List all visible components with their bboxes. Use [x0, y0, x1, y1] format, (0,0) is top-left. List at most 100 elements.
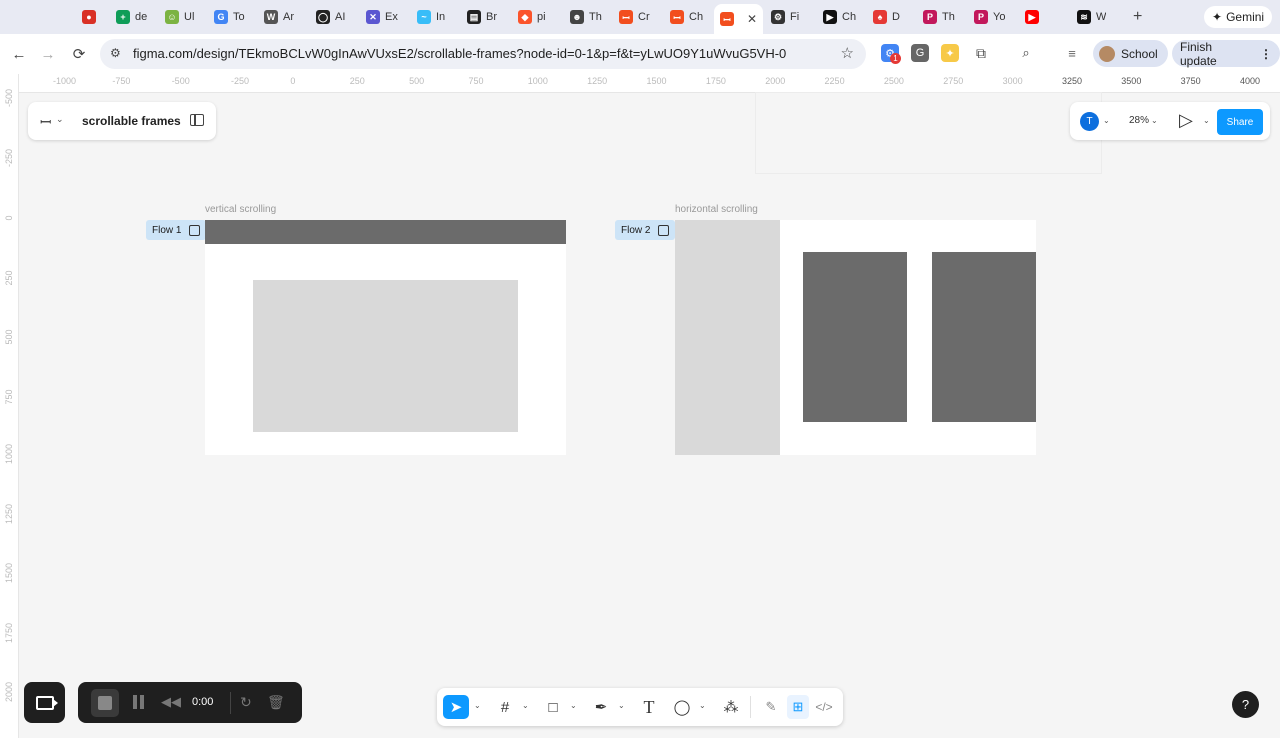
frame-label-vertical[interactable]: vertical scrolling — [205, 204, 276, 215]
browser-tab[interactable]: P Th — [923, 5, 955, 29]
content-block[interactable] — [253, 280, 518, 432]
chevron-down-icon[interactable]: ⌄ — [1203, 116, 1210, 125]
figma-icon: ꟷ — [619, 10, 633, 24]
browser-tab[interactable]: ꟷ Cr — [619, 5, 650, 29]
media-control-icon[interactable]: ≡ — [1063, 44, 1081, 62]
dev-mode-icon[interactable]: </> — [813, 695, 835, 719]
more-menu-icon[interactable]: ⋮ — [1260, 47, 1272, 61]
new-tab-button[interactable]: + — [1133, 8, 1142, 26]
fixed-sidebar-block[interactable] — [675, 220, 780, 455]
move-tool-icon[interactable]: ➤ — [443, 695, 469, 719]
comment-tool-icon[interactable]: ◯ — [671, 695, 693, 719]
browser-tab[interactable]: ꟷ ✕ — [714, 4, 764, 34]
card-block-1[interactable] — [803, 252, 907, 422]
browser-tab[interactable]: ~ In — [417, 5, 445, 29]
grammarly-extension-icon[interactable]: G — [911, 44, 929, 62]
file-name[interactable]: scrollable frames — [82, 114, 181, 128]
frame-vertical-scrolling[interactable] — [205, 220, 566, 455]
browser-tab[interactable]: ◆ pi — [518, 5, 546, 29]
browser-tab[interactable]: + de — [116, 5, 147, 29]
forward-button[interactable]: → — [37, 43, 59, 65]
trash-icon[interactable]: 🗑 — [267, 694, 285, 711]
profile-button[interactable]: School — [1093, 40, 1168, 67]
browser-tab[interactable]: ☺ Ul — [165, 5, 194, 29]
site-info-icon[interactable]: ⚙ — [110, 46, 121, 60]
sheets-icon: + — [116, 10, 130, 24]
bookmark-star-icon[interactable]: ☆ — [841, 44, 854, 62]
user-avatar[interactable]: T — [1080, 112, 1099, 131]
browser-tab[interactable]: ● — [82, 5, 101, 29]
flow-2-tag[interactable]: Flow 2 — [615, 220, 676, 240]
design-mode-icon[interactable]: ⊞ — [787, 695, 809, 719]
url-text[interactable]: figma.com/design/TEkmoBCLvW0gInAwVUxsE2/… — [133, 46, 786, 61]
actions-tool-icon[interactable]: ⁂ — [720, 695, 742, 719]
ruler-tick-label: 1500 — [646, 76, 667, 86]
rewind-icon[interactable]: ◀◀ — [161, 694, 181, 710]
chevron-down-icon[interactable]: ⌄ — [699, 701, 706, 710]
ruler-tick-label: 3000 — [1002, 76, 1023, 86]
chevron-down-icon[interactable]: ⌄ — [522, 701, 529, 710]
ruler-tick-label: 3250 — [1061, 76, 1082, 86]
extensions-puzzle-icon[interactable]: ⧉ — [972, 44, 990, 62]
vertical-ruler: -500 -250 0 250 500 750 1000 1250 1500 1750 2000 — [0, 74, 19, 738]
browser-tab[interactable]: ☻ Th — [570, 5, 602, 29]
ruler-tick-label: 1500 — [4, 562, 14, 583]
browser-tab[interactable]: ✕ Ex — [366, 5, 398, 29]
text-tool-icon[interactable]: T — [638, 695, 660, 719]
ruler-tick-label: 750 — [468, 76, 484, 86]
address-bar[interactable]: ⚙ figma.com/design/TEkmoBCLvW0gInAwVUxsE… — [100, 39, 866, 69]
sparkle-extension-icon[interactable]: ✦ — [941, 44, 959, 62]
toggle-sidebar-icon[interactable] — [190, 114, 204, 126]
browser-tab[interactable]: ♠ D — [873, 5, 900, 29]
help-button[interactable]: ? — [1232, 691, 1259, 718]
ruler-tick-label: 3750 — [1180, 76, 1201, 86]
card-block-2[interactable] — [932, 252, 1036, 422]
frame-horizontal-scrolling[interactable] — [675, 220, 1036, 455]
chevron-down-icon[interactable]: ⌄ — [618, 701, 625, 710]
chevron-down-icon[interactable]: ⌄ — [1103, 116, 1110, 125]
browser-tab[interactable]: ⚙ Fi — [771, 5, 799, 29]
frame-tool-icon[interactable]: # — [494, 695, 516, 719]
browser-tab[interactable]: ▶ Ch — [823, 5, 856, 29]
restart-icon[interactable]: ↻ — [240, 694, 252, 711]
flow-1-tag[interactable]: Flow 1 — [146, 220, 207, 240]
close-tab-icon[interactable]: ✕ — [747, 12, 757, 26]
pause-icon[interactable] — [132, 695, 145, 709]
gemini-sparkle-icon: ✦ — [1212, 10, 1223, 24]
ruler-tick-label: 0 — [4, 215, 14, 221]
figma-icon: ꟷ — [670, 10, 684, 24]
chevron-down-icon[interactable]: ⌄ — [474, 701, 481, 710]
pen-tool-icon[interactable]: ✒ — [590, 695, 612, 719]
ruler-tick-label: 2250 — [824, 76, 845, 86]
camera-button[interactable] — [24, 682, 65, 723]
frame-label-horizontal[interactable]: horizontal scrolling — [675, 204, 758, 215]
browser-tab[interactable]: ◯ AI — [316, 5, 345, 29]
screen-search-icon[interactable]: ⌕ — [1017, 44, 1035, 62]
browser-tab[interactable]: W Ar — [264, 5, 294, 29]
chevron-down-icon[interactable]: ⌄ — [1151, 116, 1158, 125]
browser-tab[interactable]: ▶ — [1025, 5, 1044, 29]
reload-button[interactable]: ⟳ — [68, 43, 90, 65]
browser-tab[interactable]: ꟷ Ch — [670, 5, 703, 29]
tab-title: Ex — [385, 11, 398, 23]
gemini-button[interactable]: ✦ Gemini — [1204, 6, 1273, 28]
share-button[interactable]: Share — [1217, 109, 1263, 135]
chevron-down-icon[interactable]: ⌄ — [56, 114, 64, 125]
present-play-icon[interactable]: ▷ — [1179, 110, 1193, 131]
ruler-tick-label: 2000 — [765, 76, 786, 86]
browser-tab[interactable]: P Yo — [974, 5, 1005, 29]
back-button[interactable]: ← — [8, 43, 30, 65]
chevron-down-icon[interactable]: ⌄ — [570, 701, 577, 710]
figma-menu-icon[interactable]: ꟷ — [40, 113, 51, 132]
browser-tab[interactable]: G To — [214, 5, 245, 29]
rectangle-tool-icon[interactable]: □ — [542, 695, 564, 719]
zoom-level[interactable]: 28% — [1129, 115, 1149, 126]
figma-canvas[interactable]: -1000 -750 -500 -250 0 250 500 750 1000 1250 1500 1… — [0, 74, 1280, 738]
video-camera-icon — [35, 695, 58, 710]
finish-update-button[interactable]: Finish update ⋮ — [1172, 40, 1280, 68]
draw-mode-icon[interactable]: ✎ — [760, 695, 782, 719]
browser-tab[interactable]: ▤ Br — [467, 5, 497, 29]
fixed-header-block[interactable] — [205, 220, 566, 244]
stop-icon[interactable] — [91, 689, 119, 717]
browser-tab[interactable]: ≋ W — [1077, 5, 1106, 29]
